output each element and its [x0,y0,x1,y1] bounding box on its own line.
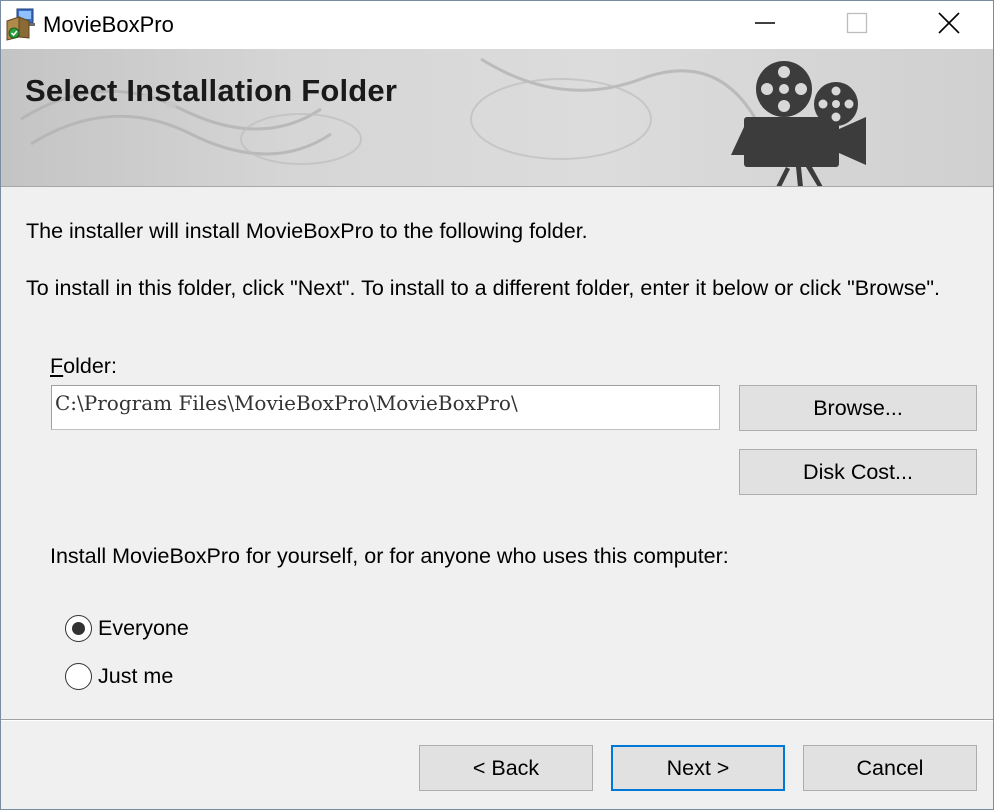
minimize-icon [754,12,776,39]
radio-button-everyone[interactable] [65,615,92,642]
page-title: Select Installation Folder [25,73,398,108]
back-button[interactable]: < Back [419,745,593,791]
header-banner: Select Installation Folder [1,49,993,187]
close-icon [938,11,960,39]
radio-label-just-me: Just me [98,664,174,688]
maximize-icon [846,12,868,39]
folder-path-input[interactable]: C:\Program Files\MovieBoxPro\MovieBoxPro… [51,385,720,430]
window-title: MovieBoxPro [43,12,174,37]
radio-button-just-me[interactable] [65,663,92,690]
movie-camera-icon [726,59,876,186]
close-button[interactable] [903,1,994,49]
installer-box-icon [5,7,37,41]
cancel-button[interactable]: Cancel [803,745,977,791]
instructions-text: To install in this folder, click "Next".… [26,276,941,300]
radio-label-everyone: Everyone [98,616,189,640]
disk-cost-button[interactable]: Disk Cost... [739,449,977,495]
minimize-button[interactable] [719,1,811,49]
folder-label-accelerator: F [50,354,64,378]
radio-option-everyone[interactable]: Everyone [65,615,189,642]
title-bar[interactable]: MovieBoxPro [1,1,993,49]
maximize-button[interactable] [811,1,903,49]
folder-label-text: older: [63,354,117,378]
folder-label: Folder: [50,354,117,379]
installer-window: MovieBoxPro Select Installation Folder T… [0,0,994,810]
browse-button[interactable]: Browse... [739,385,977,431]
radio-option-just-me[interactable]: Just me [65,663,173,690]
install-for-question: Install MovieBoxPro for yourself, or for… [50,544,729,568]
intro-text: The installer will install MovieBoxPro t… [26,219,588,243]
footer-separator [1,719,993,721]
next-button[interactable]: Next > [611,745,785,791]
